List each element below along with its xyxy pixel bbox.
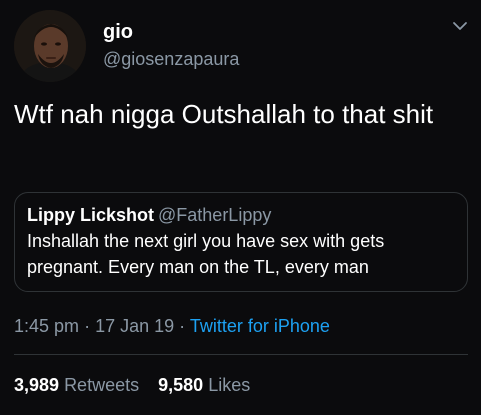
meta-separator: ·	[179, 316, 186, 336]
tweet-date[interactable]: 17 Jan 19	[95, 316, 174, 336]
author-display-name[interactable]: gio	[103, 20, 239, 44]
tweet-card: gio @giosenzapaura Wtf nah nigga Outshal…	[0, 0, 481, 415]
tweet-stats: 3,989 Retweets 9,580 Likes	[14, 373, 250, 397]
avatar-photo-icon	[14, 10, 86, 82]
tweet-source-link[interactable]: Twitter for iPhone	[190, 316, 330, 336]
retweets-label: Retweets	[64, 375, 140, 395]
tweet-time[interactable]: 1:45 pm	[14, 316, 79, 336]
likes-stat[interactable]: 9,580 Likes	[158, 373, 250, 397]
quoted-author-name: Lippy Lickshot	[27, 205, 155, 225]
author-names: gio @giosenzapaura	[103, 20, 239, 72]
author-handle[interactable]: @giosenzapaura	[103, 46, 239, 72]
quoted-tweet-header: Lippy Lickshot @FatherLippy	[27, 204, 455, 226]
retweets-stat[interactable]: 3,989 Retweets	[14, 373, 139, 397]
meta-separator: ·	[84, 316, 91, 336]
quoted-author-handle: @FatherLippy	[158, 205, 272, 225]
quoted-tweet[interactable]: Lippy Lickshot @FatherLippy Inshallah the…	[14, 192, 468, 292]
quoted-tweet-text: Inshallah the next girl you have sex wit…	[27, 231, 385, 277]
tweet-header: gio @giosenzapaura	[14, 10, 474, 82]
likes-label: Likes	[208, 375, 251, 395]
likes-count: 9,580	[158, 375, 204, 395]
tweet-meta: 1:45 pm · 17 Jan 19 · Twitter for iPhone	[14, 314, 330, 338]
chevron-down-icon[interactable]	[450, 16, 470, 36]
divider	[14, 354, 468, 355]
tweet-text: Wtf nah nigga Outshallah to that shit	[14, 99, 434, 129]
avatar[interactable]	[14, 10, 86, 82]
retweets-count: 3,989	[14, 375, 60, 395]
